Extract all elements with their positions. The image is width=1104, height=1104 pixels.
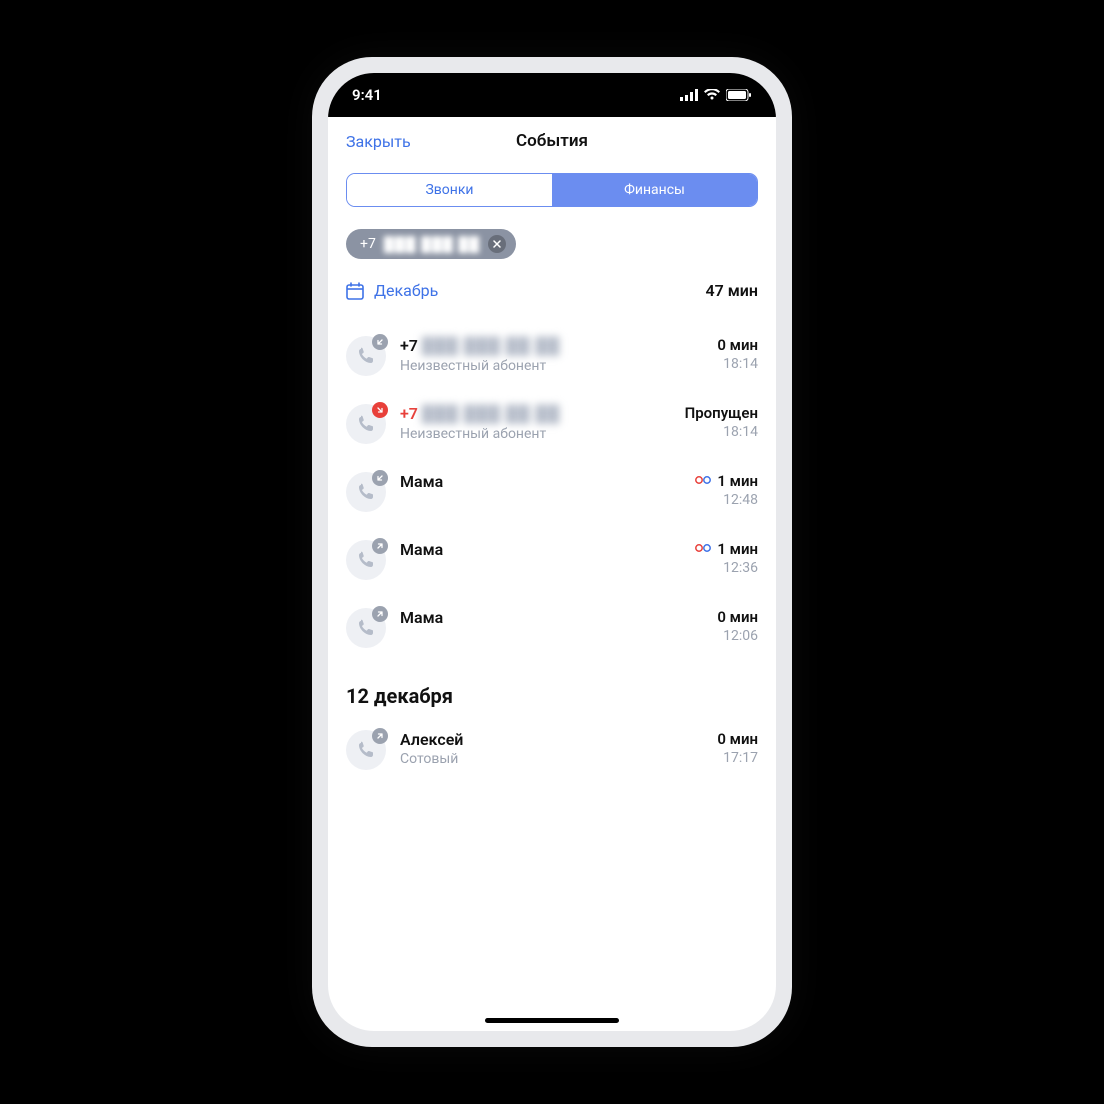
call-time: 18:14 — [723, 424, 758, 440]
tab-calls[interactable]: Звонки — [347, 174, 552, 206]
calendar-icon — [346, 282, 364, 300]
segmented-control[interactable]: Звонки Финансы — [346, 173, 758, 207]
call-duration: 0 мин — [717, 336, 758, 354]
call-info: Мама 1 мин 12:48 — [400, 472, 758, 508]
call-name: Мама — [400, 608, 443, 627]
cellular-icon — [680, 89, 698, 101]
battery-icon — [726, 89, 752, 101]
call-info: +7 ███ ███ ██ ██ Неизвестный абонент Пропу… — [400, 404, 758, 442]
call-type-icon — [346, 472, 386, 512]
call-duration: Пропущен — [685, 404, 758, 422]
notch — [457, 73, 647, 101]
content-scroll[interactable]: +7 ███ ███ ██ Декабрь 47 мин +7 ███ ███ … — [328, 211, 776, 1031]
call-info: Мама 1 мин 12:36 — [400, 540, 758, 576]
call-subtitle: Сотовый — [400, 751, 463, 767]
call-name: Алексей — [400, 730, 463, 749]
call-name: Мама — [400, 540, 443, 559]
call-info: Алексей Сотовый 0 мин 17:17 — [400, 730, 758, 767]
call-time: 12:48 — [723, 492, 758, 508]
call-name: Мама — [400, 472, 443, 491]
call-duration: 0 мин — [717, 608, 758, 626]
close-button[interactable]: Закрыть — [346, 132, 411, 151]
wifi-icon — [704, 89, 720, 101]
call-duration: 1 мин — [695, 472, 758, 490]
call-name: +7 ███ ███ ██ ██ — [400, 404, 560, 424]
call-type-icon — [346, 336, 386, 376]
call-time: 12:36 — [723, 560, 758, 576]
call-subtitle: Неизвестный абонент — [400, 426, 560, 442]
month-label: Декабрь — [374, 281, 438, 300]
call-duration: 0 мин — [717, 730, 758, 748]
home-indicator[interactable] — [485, 1018, 619, 1023]
calls-list-2: Алексей Сотовый 0 мин 17:17 — [346, 716, 758, 784]
call-time: 18:14 — [723, 356, 758, 372]
filter-chip-close-icon[interactable] — [488, 235, 506, 253]
call-name: +7 ███ ███ ██ ██ — [400, 336, 560, 356]
page-title: События — [516, 131, 588, 151]
filter-chip-masked: ███ ███ ██ — [384, 236, 480, 253]
call-item[interactable]: +7 ███ ███ ██ ██ Неизвестный абонент 0 мин… — [346, 322, 758, 390]
tab-finance[interactable]: Финансы — [552, 174, 757, 206]
call-type-icon — [346, 608, 386, 648]
call-item[interactable]: Алексей Сотовый 0 мин 17:17 — [346, 716, 758, 784]
call-duration: 1 мин — [695, 540, 758, 558]
call-time: 17:17 — [723, 750, 758, 766]
call-type-icon — [346, 730, 386, 770]
call-type-icon — [346, 404, 386, 444]
call-item[interactable]: Мама 0 мин 12:06 — [346, 594, 758, 662]
nav-header: Закрыть События — [328, 117, 776, 165]
filter-chip[interactable]: +7 ███ ███ ██ — [346, 229, 516, 259]
month-picker[interactable]: Декабрь — [346, 281, 438, 300]
month-total: 47 мин — [705, 281, 758, 300]
call-info: Мама 0 мин 12:06 — [400, 608, 758, 644]
month-summary: Декабрь 47 мин — [346, 281, 758, 300]
section-date-header: 12 декабря — [346, 684, 758, 708]
status-icons — [680, 89, 752, 101]
phone-frame: 9:41 Закрыть События Звонки Финансы +7 █… — [312, 57, 792, 1047]
phone-screen: 9:41 Закрыть События Звонки Финансы +7 █… — [328, 73, 776, 1031]
call-item[interactable]: Мама 1 мин 12:36 — [346, 526, 758, 594]
call-type-icon — [346, 540, 386, 580]
status-time: 9:41 — [352, 86, 382, 104]
filter-chip-prefix: +7 — [360, 236, 376, 252]
call-item[interactable]: +7 ███ ███ ██ ██ Неизвестный абонент Пропу… — [346, 390, 758, 458]
call-info: +7 ███ ███ ██ ██ Неизвестный абонент 0 мин… — [400, 336, 758, 374]
call-item[interactable]: Мама 1 мин 12:48 — [346, 458, 758, 526]
calls-list: +7 ███ ███ ██ ██ Неизвестный абонент 0 мин… — [346, 322, 758, 662]
call-time: 12:06 — [723, 628, 758, 644]
call-subtitle: Неизвестный абонент — [400, 358, 560, 374]
